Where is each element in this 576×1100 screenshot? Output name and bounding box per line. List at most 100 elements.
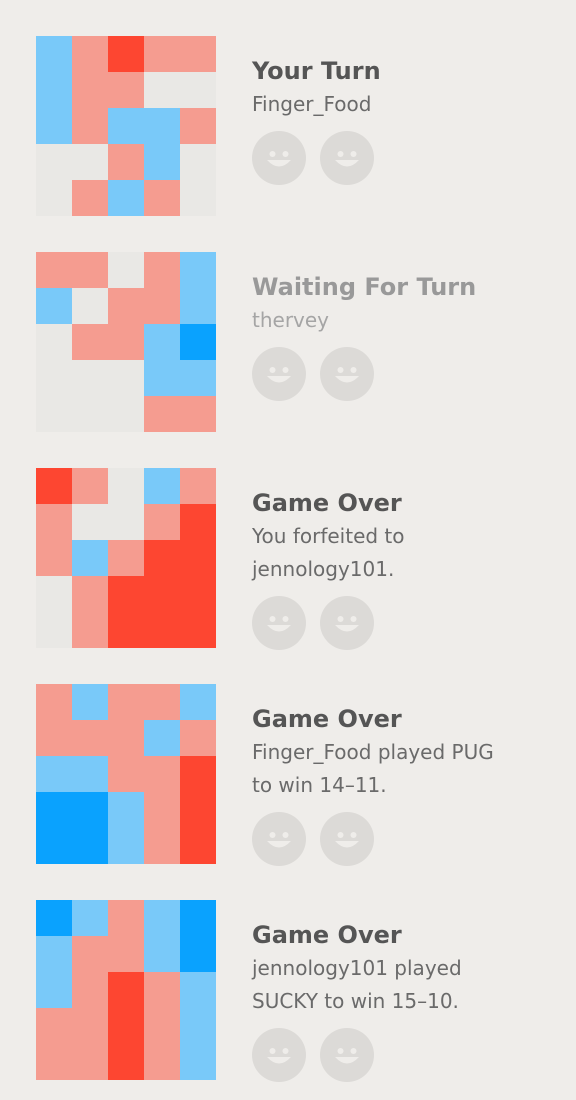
board-tile bbox=[36, 36, 72, 72]
player-avatars bbox=[252, 596, 562, 650]
game-info: Game Over You forfeited to jennology101. bbox=[252, 468, 562, 650]
game-board-thumbnail bbox=[36, 36, 216, 216]
game-detail: Finger_Food played PUG to win 14–11. bbox=[252, 736, 562, 802]
smiley-face-icon bbox=[252, 812, 306, 866]
board-tile bbox=[180, 612, 216, 648]
game-info: Waiting For Turn thervey bbox=[252, 252, 562, 401]
board-tile bbox=[36, 360, 72, 396]
game-detail: You forfeited to jennology101. bbox=[252, 520, 562, 586]
board-tile bbox=[36, 396, 72, 432]
board-tile bbox=[180, 792, 216, 828]
game-info: Game Over jennology101 played SUCKY to win… bbox=[252, 900, 562, 1082]
board-tile bbox=[144, 540, 180, 576]
board-tile bbox=[144, 1044, 180, 1080]
board-tile bbox=[72, 72, 108, 108]
game-row[interactable]: Your Turn Finger_Food bbox=[0, 36, 576, 236]
board-tile bbox=[180, 540, 216, 576]
board-tile bbox=[144, 972, 180, 1008]
board-tile bbox=[108, 180, 144, 216]
board-tile bbox=[144, 288, 180, 324]
game-row[interactable]: Waiting For Turn thervey bbox=[0, 252, 576, 452]
board-tile bbox=[36, 684, 72, 720]
game-status: Game Over bbox=[252, 921, 402, 949]
board-tile bbox=[36, 792, 72, 828]
game-info: Game Over Finger_Food played PUG to win 14… bbox=[252, 684, 562, 866]
board-tile bbox=[108, 828, 144, 864]
board-tile bbox=[108, 900, 144, 936]
board-tile bbox=[180, 288, 216, 324]
board-tile bbox=[36, 504, 72, 540]
board-tile bbox=[108, 468, 144, 504]
board-tile bbox=[144, 396, 180, 432]
board-tile bbox=[36, 108, 72, 144]
board-tile bbox=[108, 720, 144, 756]
game-detail-line: Finger_Food bbox=[252, 92, 372, 116]
smiley-face-icon bbox=[252, 596, 306, 650]
board-tile bbox=[108, 396, 144, 432]
board-tile bbox=[144, 360, 180, 396]
board-tile bbox=[180, 396, 216, 432]
board-tile bbox=[180, 180, 216, 216]
board-tile bbox=[108, 288, 144, 324]
board-tile bbox=[36, 72, 72, 108]
board-tile bbox=[144, 144, 180, 180]
board-tile bbox=[108, 684, 144, 720]
board-tile bbox=[144, 684, 180, 720]
game-detail-line: You forfeited to bbox=[252, 524, 405, 548]
board-tile bbox=[108, 504, 144, 540]
board-tile bbox=[144, 324, 180, 360]
board-tile bbox=[144, 468, 180, 504]
smiley-face-icon bbox=[320, 596, 374, 650]
player-avatars bbox=[252, 1028, 562, 1082]
board-tile bbox=[36, 936, 72, 972]
board-tile bbox=[108, 936, 144, 972]
board-tile bbox=[72, 36, 108, 72]
board-tile bbox=[108, 324, 144, 360]
board-tile bbox=[180, 468, 216, 504]
board-tile bbox=[72, 1044, 108, 1080]
board-tile bbox=[72, 828, 108, 864]
game-detail-line: thervey bbox=[252, 308, 330, 332]
game-row[interactable]: Game Over Finger_Food played PUG to win 14… bbox=[0, 684, 576, 884]
board-tile bbox=[108, 72, 144, 108]
board-tile bbox=[144, 612, 180, 648]
board-tile bbox=[180, 252, 216, 288]
board-tile bbox=[108, 1008, 144, 1044]
board-tile bbox=[108, 540, 144, 576]
smiley-face-icon bbox=[320, 347, 374, 401]
game-detail-line: Finger_Food played PUG bbox=[252, 740, 494, 764]
board-tile bbox=[72, 288, 108, 324]
board-tile bbox=[72, 756, 108, 792]
player-avatars bbox=[252, 131, 562, 185]
board-tile bbox=[180, 900, 216, 936]
game-detail-line: to win 14–11. bbox=[252, 773, 387, 797]
board-tile bbox=[72, 936, 108, 972]
board-tile bbox=[180, 324, 216, 360]
board-tile bbox=[72, 576, 108, 612]
board-tile bbox=[72, 720, 108, 756]
game-info: Your Turn Finger_Food bbox=[252, 36, 562, 185]
game-detail-line: jennology101. bbox=[252, 557, 395, 581]
game-row[interactable]: Game Over You forfeited to jennology101. bbox=[0, 468, 576, 668]
board-tile bbox=[72, 252, 108, 288]
board-tile bbox=[180, 36, 216, 72]
board-tile bbox=[36, 828, 72, 864]
board-tile bbox=[36, 1008, 72, 1044]
board-tile bbox=[144, 828, 180, 864]
board-tile bbox=[108, 36, 144, 72]
board-tile bbox=[144, 504, 180, 540]
board-tile bbox=[72, 900, 108, 936]
game-board-thumbnail bbox=[36, 252, 216, 432]
board-tile bbox=[180, 1044, 216, 1080]
game-row[interactable]: Game Over jennology101 played SUCKY to win… bbox=[0, 900, 576, 1100]
board-tile bbox=[144, 756, 180, 792]
board-tile bbox=[72, 468, 108, 504]
board-tile bbox=[36, 180, 72, 216]
board-tile bbox=[180, 972, 216, 1008]
board-tile bbox=[72, 504, 108, 540]
board-tile bbox=[180, 756, 216, 792]
board-tile bbox=[72, 144, 108, 180]
board-tile bbox=[108, 792, 144, 828]
board-tile bbox=[144, 1008, 180, 1044]
board-tile bbox=[72, 108, 108, 144]
